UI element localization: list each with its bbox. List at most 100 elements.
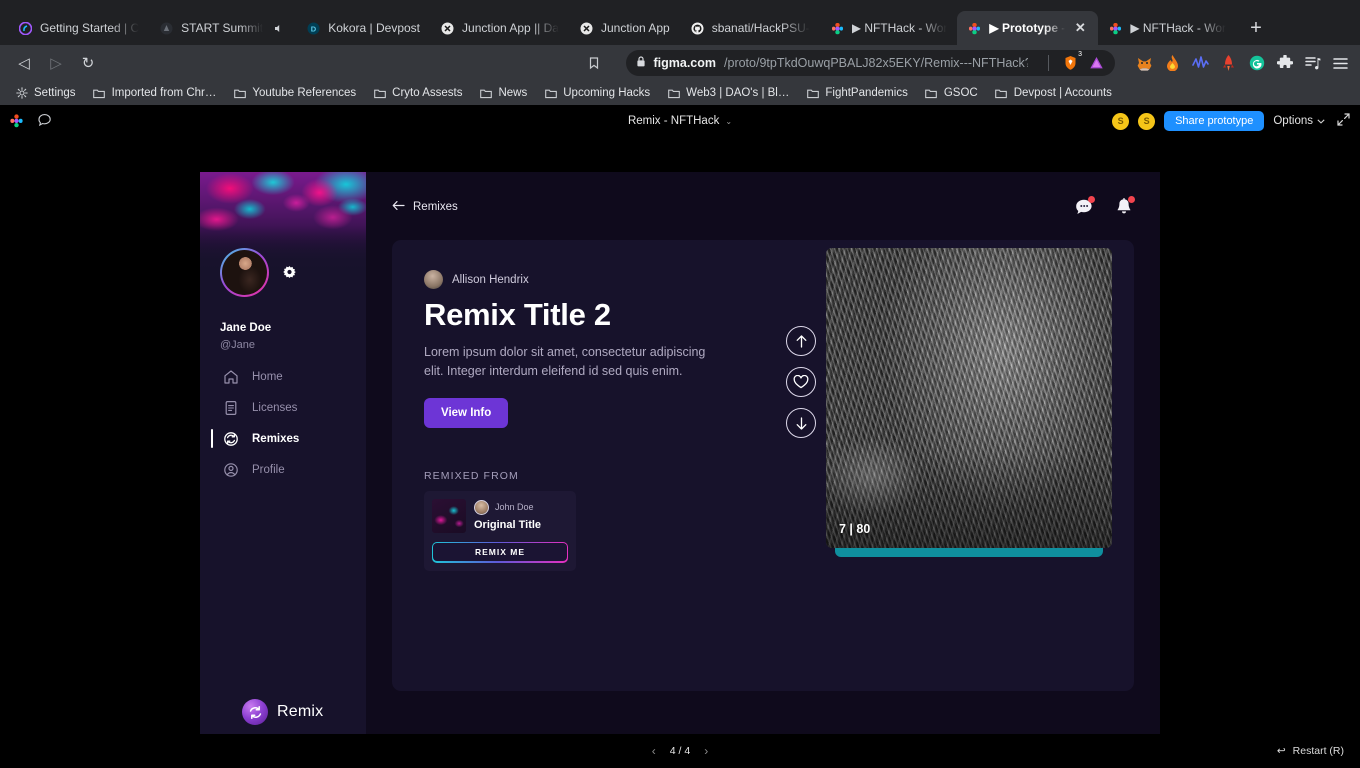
new-tab-button[interactable]: + (1242, 14, 1270, 42)
tab-title: Kokora | Devpost (328, 21, 421, 35)
browser-tab[interactable]: Getting Started | C (8, 11, 149, 45)
options-dropdown[interactable]: Options (1273, 115, 1325, 127)
tab-title: sbanati/HackPSU- (711, 21, 810, 35)
browser-tab[interactable]: Junction App (569, 11, 680, 45)
next-frame-button[interactable]: › (704, 744, 708, 758)
collaborator-avatar[interactable]: S (1138, 112, 1156, 130)
reading-list-icon[interactable] (1303, 54, 1322, 73)
close-icon[interactable]: ✕ (1072, 20, 1088, 36)
bell-icon[interactable] (1114, 196, 1135, 217)
audio-icon[interactable] (270, 20, 286, 36)
browser-tab[interactable]: ▶ NFTHack - Wor (1098, 11, 1236, 45)
x-circle-icon (440, 21, 455, 36)
avatar[interactable] (220, 248, 269, 297)
prototype-footer: ‹ 4 / 4 › ↩ Restart (R) (0, 734, 1360, 768)
browser-menu-icon[interactable] (1331, 54, 1350, 73)
notification-dot (1088, 196, 1095, 203)
sidebar-item-profile[interactable]: Profile (200, 454, 366, 485)
original-author-avatar (474, 499, 489, 515)
settings-gear-icon[interactable] (282, 266, 297, 286)
downvote-button[interactable] (786, 408, 816, 438)
bookmark-folder[interactable]: FightPandemics (799, 85, 914, 102)
chat-bubble-icon[interactable] (1074, 196, 1095, 217)
upvote-button[interactable] (786, 326, 816, 356)
bookmark-folder[interactable]: GSOC (918, 85, 985, 102)
x-circle-icon (579, 21, 594, 36)
artwork-image[interactable]: 7 | 80 (826, 248, 1112, 548)
original-title: Original Title (474, 518, 542, 531)
brave-shield-icon[interactable]: 3 (1061, 51, 1082, 72)
folder-icon (544, 87, 557, 100)
back-to-remixes-link[interactable]: Remixes (392, 200, 458, 214)
fullscreen-icon[interactable] (1334, 113, 1350, 129)
collaborator-avatar[interactable]: S (1112, 112, 1130, 130)
tab-title: Junction App (600, 21, 670, 35)
document-icon (222, 399, 239, 416)
url-host: figma.com (653, 56, 717, 70)
extensions-bar (1129, 54, 1350, 73)
bookmark-label: GSOC (943, 87, 978, 99)
favorite-button[interactable] (786, 367, 816, 397)
address-bar[interactable]: figma.com /proto/9tpTkdOuwqPBALJ82x5EKY/… (625, 50, 1115, 76)
sidebar-item-home[interactable]: Home (200, 361, 366, 392)
app-sidebar: Jane Doe @Jane Home Licenses Remixes Pro… (200, 172, 366, 768)
bookmark-folder[interactable]: Web3 | DAO's | Bl… (660, 85, 796, 102)
bookmark-folder[interactable]: Youtube References (226, 85, 363, 102)
prototype-pager: ‹ 4 / 4 › (0, 744, 1360, 758)
original-work-card[interactable]: John Doe Original Title REMIX ME (424, 490, 576, 571)
browser-tab[interactable]: sbanati/HackPSU- (680, 11, 820, 45)
comment-icon[interactable] (38, 113, 52, 130)
remix-me-button[interactable]: REMIX ME (432, 541, 568, 563)
chevron-down-icon[interactable]: ⌄ (725, 117, 732, 126)
browser-tab[interactable]: ▶ NFTHack - Wor (820, 11, 958, 45)
bookmark-folder[interactable]: News (472, 85, 534, 102)
phantom-wave-icon[interactable] (1191, 54, 1210, 73)
artwork-panel: 7 | 80 (826, 248, 1112, 557)
browser-tab-active[interactable]: ▶ Prototype - ✕ (957, 11, 1099, 45)
browser-chrome: Getting Started | C START Summit D Kokor… (0, 0, 1360, 105)
bookmark-star-icon[interactable] (580, 49, 608, 77)
browser-tab[interactable]: START Summit (149, 11, 296, 45)
restart-arrow-icon: ↩ (1276, 745, 1286, 757)
lock-icon (636, 56, 646, 70)
folder-icon (373, 87, 386, 100)
back-button[interactable]: ◁ (10, 49, 38, 77)
puzzle-piece-icon[interactable] (1275, 54, 1294, 73)
tab-title: Junction App || Da (462, 21, 559, 35)
share-prototype-button[interactable]: Share prototype (1164, 111, 1265, 131)
bookmark-folder[interactable]: Devpost | Accounts (988, 85, 1119, 102)
figma-logo-icon[interactable] (10, 114, 24, 128)
rocket-icon[interactable] (1219, 54, 1238, 73)
metamask-fox-icon[interactable] (1135, 54, 1154, 73)
figma-icon (18, 21, 33, 36)
frame-counter: 4 / 4 (669, 745, 691, 757)
bookmark-label: Settings (34, 87, 76, 99)
bookmark-folder[interactable]: Cryto Assests (366, 85, 469, 102)
browser-tab[interactable]: Junction App || Da (430, 11, 569, 45)
bookmark-folder[interactable]: Imported from Chr… (86, 85, 224, 102)
github-icon (690, 21, 705, 36)
bookmarks-bar: Settings Imported from Chr… Youtube Refe… (0, 81, 1360, 105)
sidebar-item-licenses[interactable]: Licenses (200, 392, 366, 423)
folder-icon (93, 87, 106, 100)
browser-tab[interactable]: D Kokora | Devpost (296, 11, 430, 45)
forward-button[interactable]: ▷ (42, 49, 70, 77)
reload-button[interactable]: ↻ (74, 49, 102, 77)
folder-icon (667, 87, 680, 100)
omnibox-divider (1048, 55, 1049, 71)
folder-icon (995, 87, 1008, 100)
restart-button[interactable]: ↩ Restart (R) (1277, 745, 1344, 757)
bookmark-label: Upcoming Hacks (563, 87, 651, 99)
remix-logo-icon (242, 699, 268, 725)
options-label: Options (1273, 115, 1313, 127)
prev-frame-button[interactable]: ‹ (652, 744, 656, 758)
prototype-frame: Jane Doe @Jane Home Licenses Remixes Pro… (200, 172, 1160, 768)
warning-triangle-icon[interactable] (1087, 54, 1105, 72)
flame-icon[interactable] (1163, 54, 1182, 73)
grammarly-icon[interactable] (1247, 54, 1266, 73)
sidebar-item-label: Profile (252, 463, 285, 476)
bookmark-settings[interactable]: Settings (8, 85, 83, 102)
sidebar-item-remixes[interactable]: Remixes (200, 423, 366, 454)
bookmark-folder[interactable]: Upcoming Hacks (537, 85, 657, 102)
view-info-button[interactable]: View Info (424, 397, 509, 428)
